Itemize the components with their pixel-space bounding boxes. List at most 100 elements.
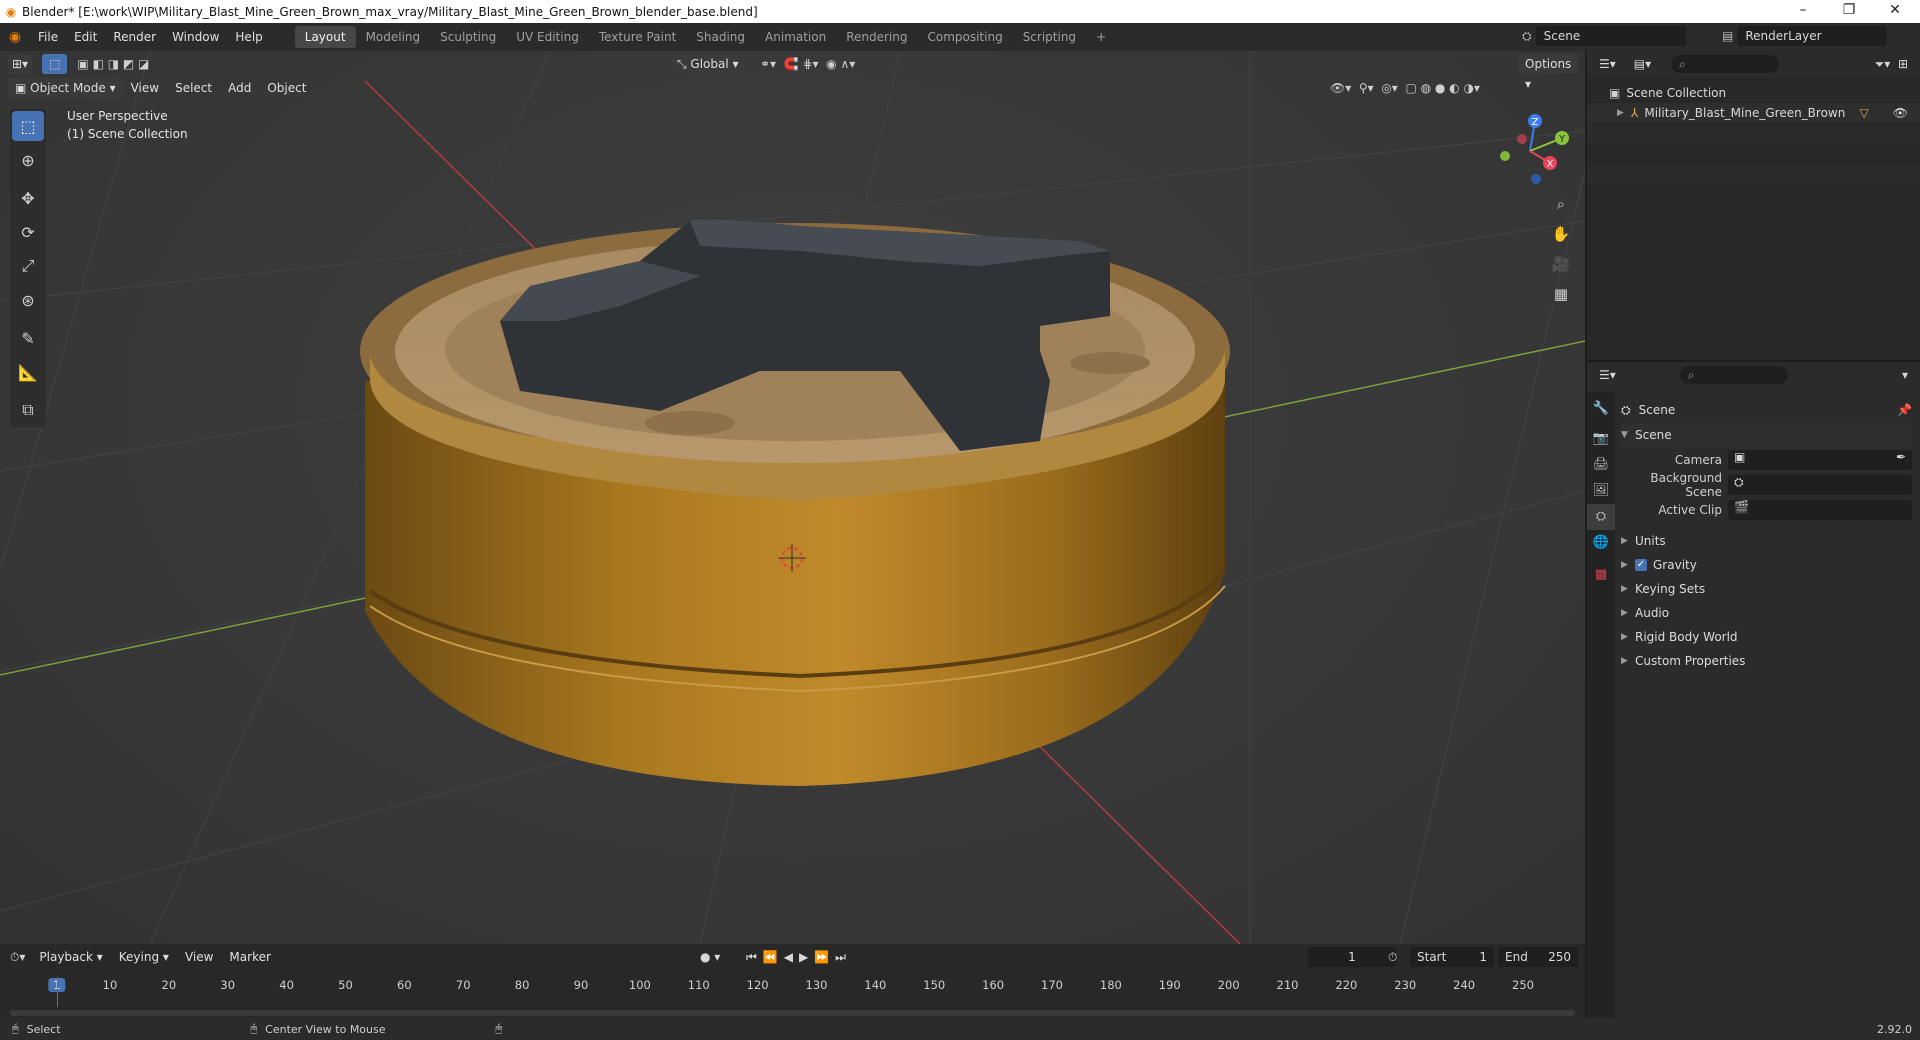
transform-tool-icon[interactable]: ⊛ [12, 285, 44, 315]
current-frame-field[interactable]: 1 [1308, 947, 1396, 967]
close-window-button[interactable]: ✕ [1872, 0, 1918, 23]
menu-help[interactable]: Help [227, 26, 270, 48]
timeline-editor-icon[interactable]: ⏱▾ [10, 950, 25, 965]
properties-search-input[interactable]: ⌕ [1679, 366, 1788, 384]
scene-tab-icon[interactable]: ⛭ [1587, 504, 1615, 530]
output-tab-icon[interactable]: 🖨 [1587, 452, 1615, 478]
view-layer-tab-icon[interactable]: 🖼 [1587, 478, 1615, 504]
scene-panel-header[interactable]: ▼ Scene [1621, 423, 1912, 447]
scene-selector[interactable]: Scene [1535, 26, 1686, 46]
custom-properties-panel[interactable]: ▶ Custom Properties [1621, 649, 1912, 673]
keying-sets-panel[interactable]: ▶ Keying Sets [1621, 577, 1912, 601]
camera-field[interactable]: ▣ ✒ [1728, 450, 1912, 470]
pan-hand-icon[interactable]: ✋ [1548, 221, 1574, 247]
render-layer-selector[interactable]: RenderLayer [1737, 26, 1888, 46]
outliner-item[interactable]: ▶ ⅄ Military_Blast_Mine_Green_Brown ▽ 👁 [1587, 103, 1920, 123]
playback-controls[interactable]: ⏮⏪◀▶⏩⏭ [746, 950, 852, 965]
options-dropdown[interactable]: Options ▾ [1518, 54, 1579, 91]
texture-tab-icon[interactable]: ▩ [1587, 562, 1615, 588]
background-scene-field[interactable]: ⛭ [1728, 475, 1912, 495]
start-frame-field[interactable]: Start 1 [1410, 947, 1494, 967]
expand-arrow-icon[interactable]: ▶ [1621, 584, 1635, 594]
blender-menu-icon[interactable]: ◉ [0, 29, 30, 45]
pivot-snap-icons[interactable]: ⚭▾ 🧲 ⋕▾ ◉ ∧▾ [760, 57, 855, 71]
editor-type-icon[interactable]: ⊞▾ [8, 54, 33, 74]
tab-texture-paint[interactable]: Texture Paint [589, 26, 686, 48]
tool-tab-icon[interactable]: 🔧 [1587, 396, 1615, 422]
restore-button[interactable]: ❐ [1826, 0, 1872, 23]
object-mode-dropdown[interactable]: ▣ Object Mode ▾ [8, 78, 123, 98]
viewport-visibility-icons[interactable]: 👁▾ ⚲▾ ◎▾ ▢ ◍ ● ◐ ◑▾ [1330, 81, 1480, 95]
menu-render[interactable]: Render [105, 26, 164, 48]
navigation-gizmo[interactable]: Z Y X [1490, 111, 1570, 191]
render-tab-icon[interactable]: 📷 [1587, 426, 1615, 452]
expand-arrow-icon[interactable]: ▶ [1617, 108, 1631, 118]
selection-mode-icons[interactable]: ▣ ◧ ◨ ◩ ◪ [77, 57, 149, 71]
end-frame-field[interactable]: End 250 [1498, 947, 1578, 967]
tab-modeling[interactable]: Modeling [356, 26, 431, 48]
menu-playback[interactable]: Playback ▾ [31, 946, 110, 968]
menu-keying[interactable]: Keying ▾ [111, 946, 177, 968]
units-panel[interactable]: ▶ Units [1621, 529, 1912, 553]
filter-icon[interactable]: ⏷▾ ⊞ [1875, 57, 1908, 72]
annotate-tool-icon[interactable]: ✎ [12, 323, 44, 353]
pin-icon[interactable]: 📌 [1897, 403, 1912, 417]
measure-tool-icon[interactable]: 📐 [12, 357, 44, 387]
scale-tool-icon[interactable]: ⤢ [12, 251, 44, 281]
add-workspace-button[interactable]: + [1086, 26, 1116, 48]
menu-file[interactable]: File [30, 26, 66, 48]
move-tool-icon[interactable]: ✥ [12, 183, 44, 213]
cursor-tool-icon[interactable]: ⊕ [12, 145, 44, 175]
rotate-tool-icon[interactable]: ⟳ [12, 217, 44, 247]
gravity-panel[interactable]: ▶ ✓ Gravity [1621, 553, 1912, 577]
tab-compositing[interactable]: Compositing [917, 26, 1012, 48]
eyedropper-icon[interactable]: ✒ [1896, 450, 1906, 464]
timeline-scrollbar[interactable] [10, 1010, 1575, 1016]
expand-arrow-icon[interactable]: ▶ [1621, 632, 1635, 642]
collapse-arrow-icon[interactable]: ▼ [1621, 430, 1635, 440]
tab-layout[interactable]: Layout [294, 26, 356, 48]
properties-editor-icon[interactable]: ☰▾ [1599, 368, 1616, 382]
add-cube-tool-icon[interactable]: ⧉ [12, 395, 44, 425]
record-button[interactable]: ● ▾ [700, 950, 720, 964]
3d-viewport[interactable]: ⊞▾ ⬚ ▣ ◧ ◨ ◩ ◪ ⤡ Global ▾ ⚭▾ 🧲 ⋕▾ ◉ ∧▾ O… [0, 51, 1585, 944]
outliner-search-input[interactable]: ⌕ [1671, 55, 1780, 73]
display-mode-icon[interactable]: ▤▾ [1634, 57, 1651, 71]
stopwatch-icon[interactable]: ⏱ [1388, 950, 1397, 965]
properties-options-icon[interactable]: ▾ [1902, 368, 1908, 382]
tab-sculpting[interactable]: Sculpting [430, 26, 506, 48]
select-box-icon[interactable]: ⬚ [42, 54, 68, 74]
select-tool-icon[interactable]: ⬚ [12, 111, 44, 141]
menu-timeline-view[interactable]: View [177, 946, 221, 968]
object-mode-icon: ▣ [15, 81, 31, 95]
menu-object[interactable]: Object [259, 77, 314, 99]
expand-arrow-icon[interactable]: ▶ [1621, 536, 1635, 546]
visibility-eye-icon[interactable]: 👁 [1893, 106, 1908, 120]
menu-view[interactable]: View [123, 77, 167, 99]
tab-shading[interactable]: Shading [686, 26, 755, 48]
tab-animation[interactable]: Animation [755, 26, 836, 48]
tab-scripting[interactable]: Scripting [1013, 26, 1086, 48]
camera-view-icon[interactable]: 🎥 [1548, 251, 1574, 277]
expand-arrow-icon[interactable]: ▶ [1621, 560, 1635, 570]
rigid-body-world-panel[interactable]: ▶ Rigid Body World [1621, 625, 1912, 649]
gravity-checkbox[interactable]: ✓ [1635, 559, 1647, 571]
orientation-dropdown[interactable]: ⤡ Global ▾ [670, 54, 746, 74]
menu-select[interactable]: Select [167, 77, 220, 99]
minimize-button[interactable]: – [1780, 0, 1826, 23]
audio-panel[interactable]: ▶ Audio [1621, 601, 1912, 625]
expand-arrow-icon[interactable]: ▶ [1621, 656, 1635, 666]
outliner-row-root[interactable]: ▣ Scene Collection [1587, 83, 1920, 103]
menu-window[interactable]: Window [164, 26, 227, 48]
perspective-grid-icon[interactable]: ▦ [1548, 281, 1574, 307]
world-tab-icon[interactable]: 🌐 [1587, 530, 1615, 556]
zoom-icon[interactable]: ⌕ [1548, 191, 1574, 217]
active-clip-field[interactable]: 🎬 [1728, 500, 1912, 520]
menu-add[interactable]: Add [220, 77, 259, 99]
menu-edit[interactable]: Edit [66, 26, 105, 48]
tab-rendering[interactable]: Rendering [836, 26, 917, 48]
tab-uv-editing[interactable]: UV Editing [506, 26, 589, 48]
menu-marker[interactable]: Marker [221, 946, 278, 968]
outliner-editor-icon[interactable]: ☰▾ [1599, 57, 1616, 71]
expand-arrow-icon[interactable]: ▶ [1621, 608, 1635, 618]
